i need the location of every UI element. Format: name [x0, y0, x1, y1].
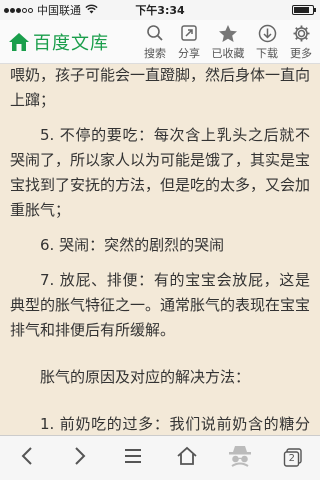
share-icon: [180, 22, 198, 44]
back-button[interactable]: [7, 438, 47, 478]
download-label: 下载: [256, 47, 278, 60]
status-bar: 中国联通 下午3:34: [0, 0, 320, 20]
paragraph: 5. 不停的要吃：每次含上乳头之后就不哭闹了，所以家人以为可能是饿了，其实是宝宝…: [10, 126, 311, 219]
paragraph: 喂奶，孩子可能会一直蹬脚，然后身体一直向上蹿；: [10, 66, 311, 109]
share-button[interactable]: 分享: [172, 22, 206, 61]
baidu-wenku-logo[interactable]: 百度文库: [8, 29, 128, 55]
incognito-button[interactable]: [220, 438, 260, 478]
search-label: 搜索: [144, 47, 166, 60]
header-toolbar: 搜索 分享 已收藏 下载 更多: [138, 22, 318, 61]
favorite-button[interactable]: 已收藏: [206, 22, 250, 61]
search-button[interactable]: 搜索: [138, 22, 172, 61]
section-heading: 胀气的原因及对应的解决方法：: [40, 368, 251, 386]
browser-toolbar: 2: [0, 435, 320, 480]
download-icon: [258, 22, 277, 44]
more-button[interactable]: 更多: [284, 22, 318, 61]
home-icon: [176, 446, 198, 470]
paragraph: 6. 哭闹：突然的剧烈的哭闹: [40, 236, 225, 254]
menu-button[interactable]: [113, 438, 153, 478]
search-icon: [146, 22, 164, 44]
forward-button[interactable]: [60, 438, 100, 478]
battery-icon: [292, 5, 316, 15]
paragraph: 1. 前奶吃的过多：我们说前奶含的糖分较多，乳糖在肠胃里发酵，会: [40, 415, 310, 433]
star-icon: [218, 22, 238, 44]
back-icon: [20, 446, 34, 470]
home-logo-icon: [8, 32, 30, 52]
favorite-label: 已收藏: [211, 47, 245, 60]
incognito-icon: [227, 444, 253, 472]
tabs-button[interactable]: 2: [273, 438, 313, 478]
download-button[interactable]: 下载: [250, 22, 284, 61]
tab-count: 2: [288, 453, 295, 464]
gear-icon: [292, 22, 311, 44]
logo-text: 百度文库: [33, 32, 109, 54]
document-content[interactable]: 喂奶，孩子可能会一直蹬脚，然后身体一直向上蹿； 5. 不停的要吃：每次含上乳头之…: [0, 65, 320, 435]
more-label: 更多: [290, 47, 312, 60]
paragraph: 7. 放屁、排便：有的宝宝会放屁，这是典型的胀气特征之一。通常胀气的表现在宝宝排…: [10, 271, 311, 339]
menu-icon: [123, 448, 143, 468]
status-time: 下午3:34: [135, 4, 185, 17]
app-header: 百度文库 搜索 分享 已收藏 下载 更多: [0, 20, 320, 64]
tabs-icon: 2: [283, 448, 303, 468]
forward-icon: [73, 446, 87, 470]
share-label: 分享: [178, 47, 200, 60]
home-button[interactable]: [167, 438, 207, 478]
